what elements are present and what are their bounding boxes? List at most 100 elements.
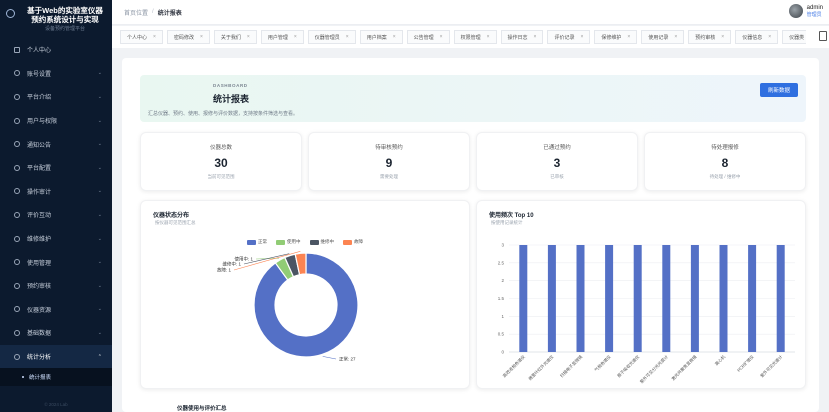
sidebar-item[interactable]: 个人中心 <box>0 38 112 62</box>
bar <box>547 245 556 352</box>
tab[interactable]: 用户管理 × <box>260 30 304 44</box>
y-tick-label: 0.5 <box>498 332 505 337</box>
tab[interactable]: 仪器信息 × <box>735 30 779 44</box>
refresh-button[interactable]: 刷新数据 <box>760 83 798 97</box>
tab[interactable]: 关于我们 × <box>213 30 257 44</box>
tab[interactable]: 公告管理 × <box>406 30 450 44</box>
close-icon[interactable]: × <box>534 34 537 40</box>
section-title: 仪器使用与评价汇总 <box>177 406 227 412</box>
close-icon[interactable]: × <box>721 34 724 40</box>
tab[interactable]: 权限管理 × <box>453 30 497 44</box>
sidebar-item[interactable]: 维修维护 ⌄ <box>0 227 112 251</box>
tab-label: 仪器信息 <box>742 34 763 41</box>
sidebar-item[interactable]: 操作审计 ⌄ <box>0 180 112 204</box>
tab-label: 密码修改 <box>173 34 194 41</box>
bar <box>662 245 671 352</box>
x-tick-label: 紫外可见分光光度计 <box>638 353 670 385</box>
sidebar-item-label: 预约审核 <box>27 284 52 291</box>
sidebar-item-label: 平台配置 <box>27 166 52 173</box>
x-tick-label: 原子吸收光谱仪 <box>615 353 641 379</box>
sidebar-item[interactable]: 账号设置 ⌄ <box>0 62 112 86</box>
sidebar-item[interactable]: 仪器资源 ⌄ <box>0 298 112 322</box>
tab[interactable]: 预约审核 × <box>688 30 732 44</box>
circle-icon <box>14 188 20 195</box>
tabs-menu-icon[interactable] <box>819 31 827 41</box>
sidebar-item[interactable]: 平台介绍 ⌄ <box>0 85 112 109</box>
y-tick-label: 3 <box>501 243 504 248</box>
avatar[interactable] <box>788 4 803 18</box>
tab-label: 使用记录 <box>648 34 669 41</box>
close-icon[interactable]: × <box>674 34 677 40</box>
close-icon[interactable]: × <box>487 34 490 40</box>
stat-value: 8 <box>721 156 729 170</box>
sidebar-item-label: 平台介绍 <box>27 95 52 102</box>
breadcrumb-home[interactable]: 首页位置 <box>124 8 148 17</box>
stat-label: 仪器总数 <box>209 145 232 151</box>
bar <box>719 245 728 352</box>
close-icon[interactable]: × <box>627 34 630 40</box>
sidebar-item-label: 账号设置 <box>27 71 52 78</box>
sidebar-item[interactable]: 使用管理 ⌄ <box>0 250 112 274</box>
sidebar-item[interactable]: 通知公告 ⌄ <box>0 132 112 156</box>
circle-icon <box>14 329 20 336</box>
tab-label: 仪器类 <box>789 34 805 41</box>
sidebar-item[interactable]: 用户与权限 ⌄ <box>0 109 112 133</box>
sidebar-item-label: 维修维护 <box>27 237 52 244</box>
sidebar-item-label: 个人中心 <box>27 48 52 55</box>
user-menu[interactable]: admin 管理员 <box>788 4 823 18</box>
sidebar-item[interactable]: 平台配置 ⌄ <box>0 156 112 180</box>
chevron-icon: ⌄ <box>97 164 102 171</box>
chevron-icon: ⌄ <box>97 93 102 100</box>
stat-value: 30 <box>214 156 228 170</box>
sidebar-item-label: 仪器资源 <box>27 307 52 314</box>
tab[interactable]: 评价记录 × <box>547 30 591 44</box>
bar <box>519 245 528 352</box>
tab[interactable]: 仪器类 <box>782 30 807 44</box>
tab[interactable]: 仪器管理员 × <box>307 30 356 44</box>
close-icon[interactable]: × <box>393 34 396 40</box>
chevron-icon: ⌃ <box>97 353 102 360</box>
sidebar-item-label: 通知公告 <box>27 142 52 149</box>
tab-label: 评价记录 <box>554 34 575 41</box>
close-icon[interactable]: × <box>440 34 443 40</box>
bar <box>605 245 614 352</box>
tab[interactable]: 用户档案 × <box>359 30 403 44</box>
tab[interactable]: 密码修改 × <box>166 30 210 44</box>
close-icon[interactable]: × <box>294 34 297 40</box>
page-title: 统计报表 <box>213 94 250 104</box>
stat-card-pending: 待审核预约 9 需要处理 <box>308 132 470 191</box>
tabs-bar: 个人中心 × 密码修改 × 关于我们 × 用户管理 × 仪器管理员 × 用户档案 × 公告管理 × 权限管理… <box>112 26 829 48</box>
stat-value: 9 <box>385 156 393 170</box>
chevron-icon: ⌄ <box>97 282 102 289</box>
status-donut-chart: 正常: 27使用中: 1维修中: 1故障: 1 <box>217 251 359 363</box>
close-icon[interactable]: × <box>580 34 583 40</box>
app-title-line1: 基于Web的实验室仪器 <box>27 6 103 15</box>
tab[interactable]: 个人中心 × <box>120 30 163 44</box>
tab[interactable]: 操作日志 × <box>500 30 544 44</box>
sidebar: 基于Web的实验室仪器 预约系统设计与实现 设备预约管理平台 个人中心 账号设置 ⌄… <box>0 0 112 412</box>
sidebar-item[interactable]: 评价互动 ⌄ <box>0 203 112 227</box>
chevron-icon: ⌄ <box>97 117 102 124</box>
close-icon[interactable]: × <box>346 34 349 40</box>
close-icon[interactable]: × <box>247 34 250 40</box>
tab-label: 保修维护 <box>601 34 622 41</box>
tab[interactable]: 使用记录 × <box>641 30 685 44</box>
status-distribution-panel: 仪器状态分布 按仪器可见范围汇总 正常 使用中 维修中 故障 正常: 27 使用中: 1… <box>140 200 470 389</box>
bar <box>748 245 757 352</box>
stat-label: 已通过预约 <box>543 145 571 151</box>
tab-label: 权限管理 <box>460 34 481 41</box>
close-icon[interactable]: × <box>768 34 771 40</box>
sidebar-item-label: 操作审计 <box>27 189 52 196</box>
tab[interactable]: 保修维护 × <box>594 30 638 44</box>
circle-icon <box>14 93 20 100</box>
sidebar-subitem-stats-report[interactable]: 统计报表 <box>0 368 112 387</box>
usage-top10-panel: 使用频次 Top 10 按使用记录统计 0 0.5 1 1.5 2 2.5 3 高效液相色谱仪… <box>476 200 806 389</box>
slice-label: 故障: 1 <box>217 267 232 274</box>
sidebar-item[interactable]: 预约审核 ⌄ <box>0 274 112 298</box>
sidebar-item[interactable]: 统计分析 ⌃ <box>0 344 112 369</box>
close-icon[interactable]: × <box>200 34 203 40</box>
close-icon[interactable]: × <box>153 34 156 40</box>
tab-label: 关于我们 <box>220 34 241 41</box>
stat-subtext: 待处理 / 维修中 <box>709 174 741 179</box>
sidebar-item[interactable]: 基础数据 ⌄ <box>0 321 112 345</box>
